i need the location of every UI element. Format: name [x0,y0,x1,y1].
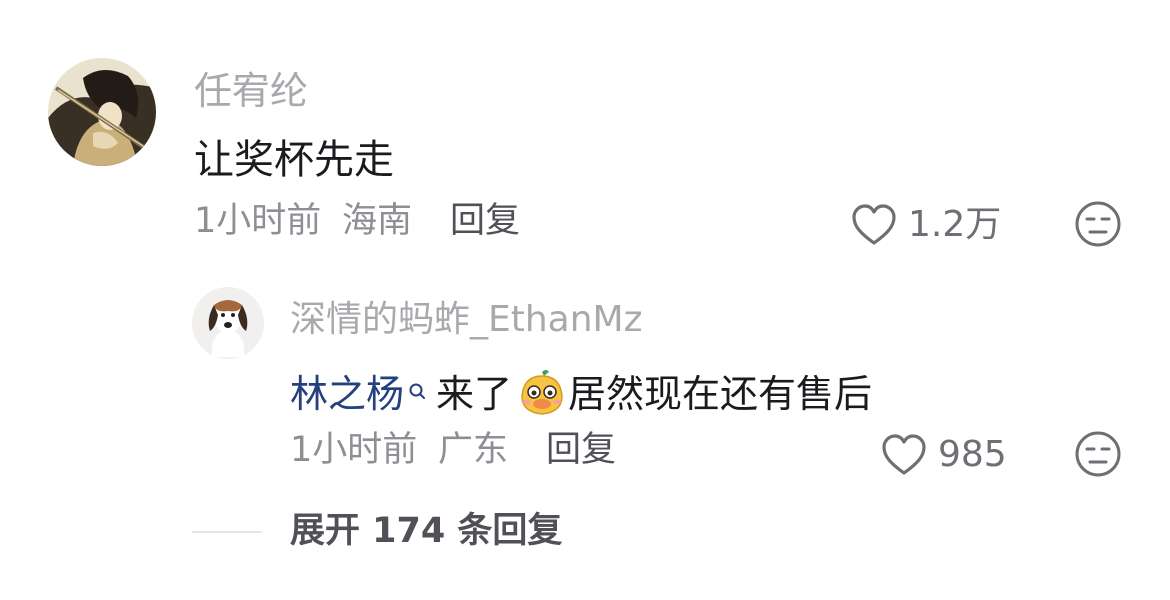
unamused-face-icon[interactable] [1074,430,1122,478]
reply-text-after-emoji: 居然现在还有售后 [568,372,873,416]
comment-reply-button[interactable]: 回复 [450,204,520,239]
comment-like-count: 1.2万 [908,204,1002,245]
comment-like-button[interactable]: 1.2万 [850,202,1001,248]
unamused-face-icon[interactable] [1074,200,1122,248]
heart-icon [850,203,898,247]
reply-text: 林之杨 来了 居然现在还有售后 [290,368,872,420]
reply-avatar[interactable] [192,287,264,359]
reply-like-count: 985 [938,434,1007,475]
reply-reply-button[interactable]: 回复 [546,433,616,468]
reply-time: 1小时前 [290,430,418,470]
comment-location: 海南 [342,201,413,241]
reply-username[interactable]: 深情的蚂蚱_EthanMz [290,302,643,338]
reply-location: 广东 [438,430,509,470]
reply-like-button[interactable]: 985 [880,432,1007,478]
mention-link[interactable]: 林之杨 [290,375,404,413]
comment-avatar[interactable] [48,58,156,166]
comment-time: 1小时前 [194,201,322,241]
reply-text-before-emoji: 来了 [436,372,513,416]
comment-text: 让奖杯先走 [194,137,394,183]
comment-username[interactable]: 任宥纶 [194,72,308,110]
expand-replies-button[interactable]: 展开 174 条回复 [290,514,562,549]
mention-search-icon [408,372,426,402]
expand-divider [192,531,262,533]
duck-emoji-icon [516,368,568,420]
heart-icon [880,433,928,477]
